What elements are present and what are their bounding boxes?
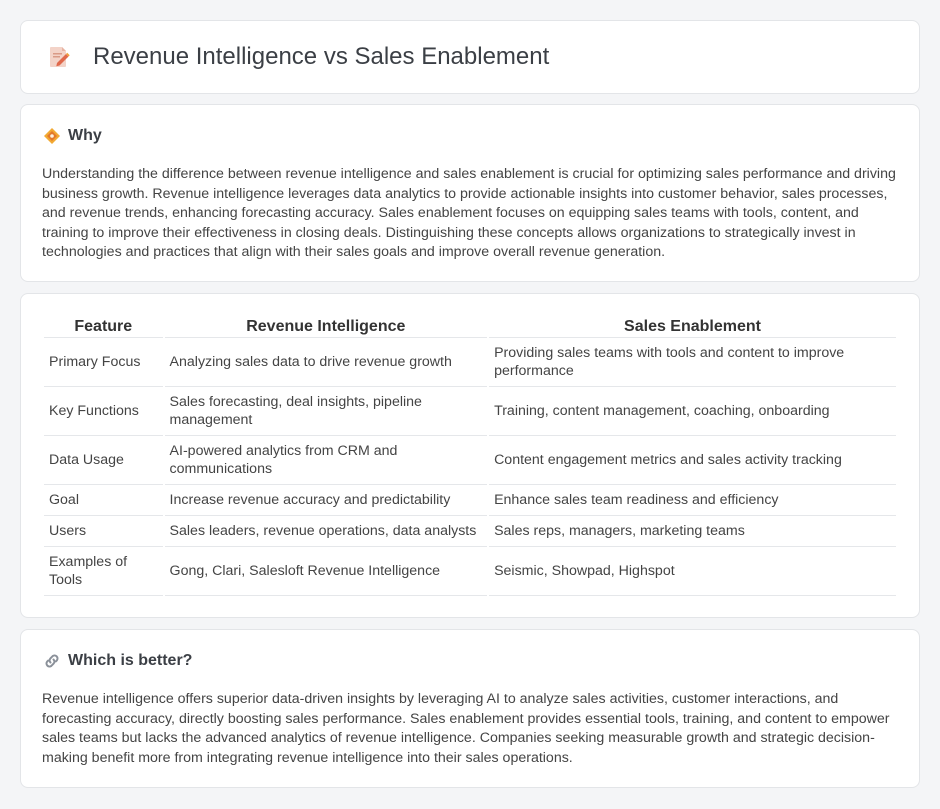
cell-revenue-intelligence: Sales leaders, revenue operations, data … xyxy=(164,516,488,547)
comparison-section: Feature Revenue Intelligence Sales Enabl… xyxy=(20,293,920,618)
document-pencil-icon xyxy=(50,47,70,67)
cell-feature: Examples of Tools xyxy=(44,547,163,596)
cell-revenue-intelligence: AI-powered analytics from CRM and commun… xyxy=(164,436,488,485)
cell-sales-enablement: Training, content management, coaching, … xyxy=(489,387,896,436)
diamond-icon xyxy=(44,128,60,144)
cell-revenue-intelligence: Sales forecasting, deal insights, pipeli… xyxy=(164,387,488,436)
cell-revenue-intelligence: Gong, Clari, Salesloft Revenue Intellige… xyxy=(164,547,488,596)
link-icon xyxy=(45,654,59,668)
table-row: Users Sales leaders, revenue operations,… xyxy=(44,516,896,547)
better-body: Revenue intelligence offers superior dat… xyxy=(42,691,890,766)
cell-feature: Data Usage xyxy=(44,436,163,485)
header-card: Revenue Intelligence vs Sales Enablement xyxy=(20,20,920,94)
header-revenue-intelligence: Revenue Intelligence xyxy=(164,316,488,338)
why-heading: Why xyxy=(43,127,102,145)
better-heading: Which is better? xyxy=(43,652,192,670)
why-section: Why Understanding the difference between… xyxy=(20,104,920,282)
table-header-row: Feature Revenue Intelligence Sales Enabl… xyxy=(44,316,896,338)
cell-feature: Key Functions xyxy=(44,387,163,436)
cell-sales-enablement: Providing sales teams with tools and con… xyxy=(489,338,896,387)
header-feature: Feature xyxy=(44,316,163,338)
why-body: Understanding the difference between rev… xyxy=(42,166,896,261)
cell-revenue-intelligence: Increase revenue accuracy and predictabi… xyxy=(164,485,488,516)
cell-revenue-intelligence: Analyzing sales data to drive revenue gr… xyxy=(164,338,488,387)
table-row: Goal Increase revenue accuracy and predi… xyxy=(44,485,896,516)
header-sales-enablement: Sales Enablement xyxy=(489,316,896,338)
cell-sales-enablement: Seismic, Showpad, Highspot xyxy=(489,547,896,596)
cell-feature: Users xyxy=(44,516,163,547)
table-row: Examples of Tools Gong, Clari, Salesloft… xyxy=(44,547,896,596)
why-heading-label: Why xyxy=(68,127,102,144)
table-row: Data Usage AI-powered analytics from CRM… xyxy=(44,436,896,485)
better-heading-label: Which is better? xyxy=(68,652,193,669)
comparison-table: Feature Revenue Intelligence Sales Enabl… xyxy=(42,316,898,596)
table-row: Key Functions Sales forecasting, deal in… xyxy=(44,387,896,436)
page-title: Revenue Intelligence vs Sales Enablement xyxy=(93,43,550,70)
cell-feature: Primary Focus xyxy=(44,338,163,387)
cell-feature: Goal xyxy=(44,485,163,516)
cell-sales-enablement: Sales reps, managers, marketing teams xyxy=(489,516,896,547)
cell-sales-enablement: Content engagement metrics and sales act… xyxy=(489,436,896,485)
cell-sales-enablement: Enhance sales team readiness and efficie… xyxy=(489,485,896,516)
table-row: Primary Focus Analyzing sales data to dr… xyxy=(44,338,896,387)
which-is-better-section: Which is better? Revenue intelligence of… xyxy=(20,629,920,788)
